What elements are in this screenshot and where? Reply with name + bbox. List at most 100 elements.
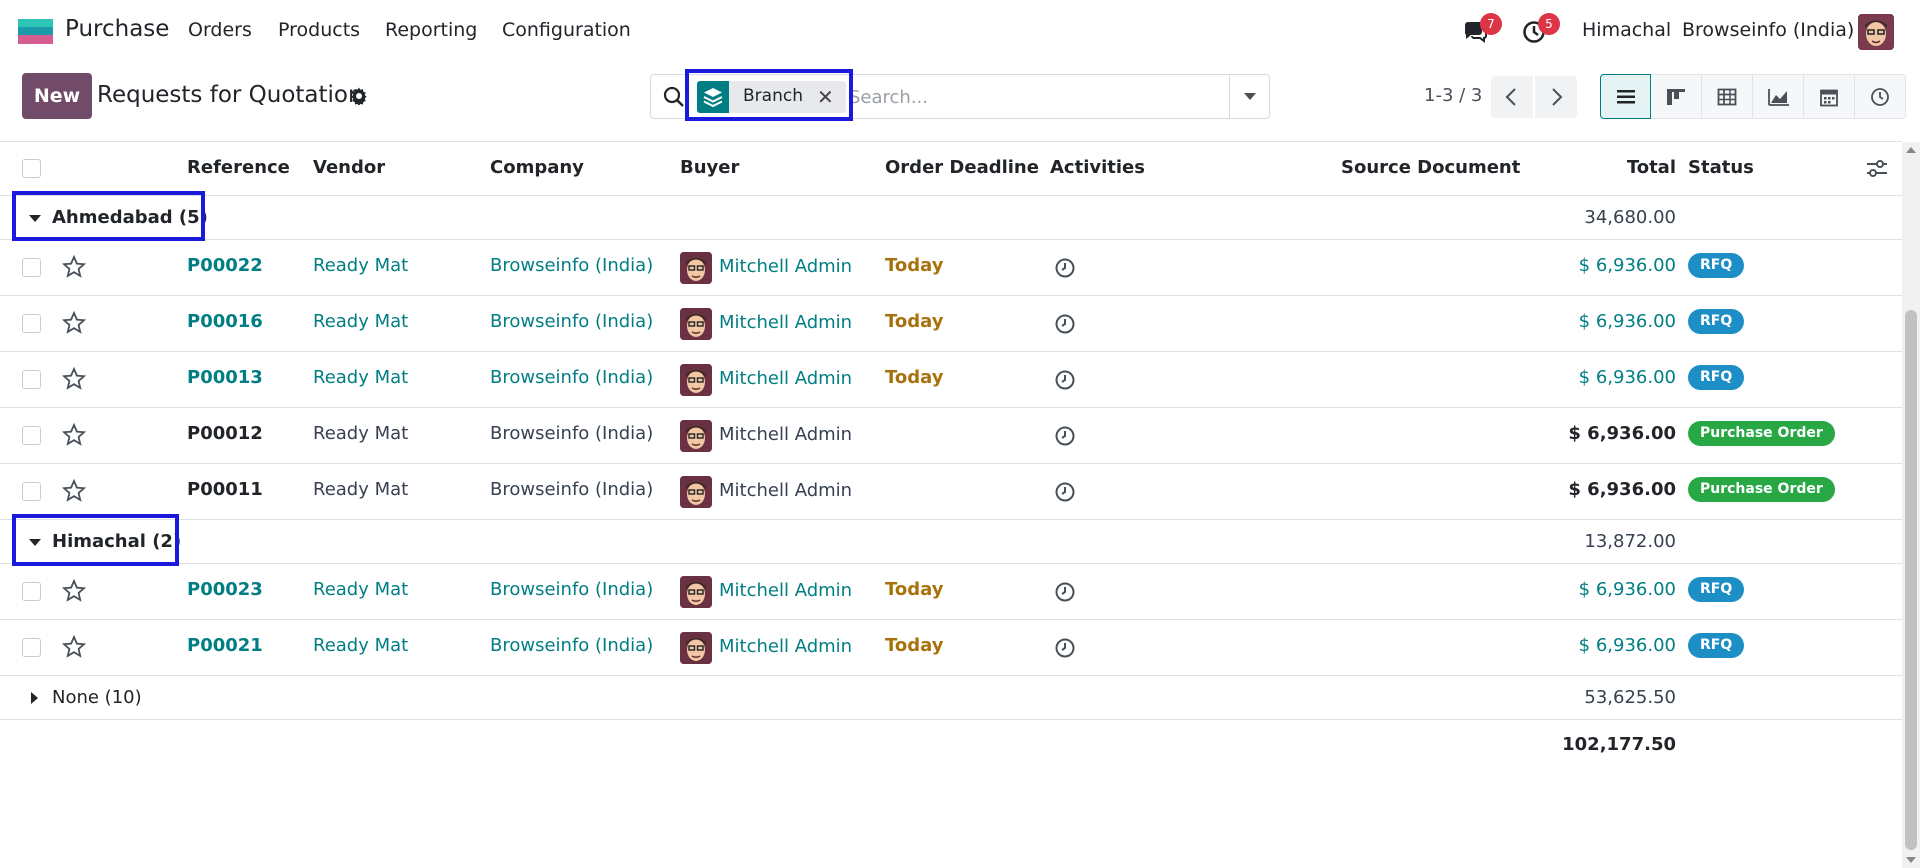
reference-cell[interactable]: P00016: [187, 311, 263, 332]
search-input[interactable]: [849, 83, 1069, 111]
star-icon[interactable]: [62, 255, 86, 279]
user-avatar[interactable]: [1858, 14, 1894, 50]
column-buyer[interactable]: Buyer: [680, 157, 739, 178]
table-row[interactable]: P00013 Ready Mat Browseinfo (India) Mitc…: [0, 352, 1902, 408]
group-row-none[interactable]: None (10) 53,625.50: [0, 676, 1902, 720]
search-icon[interactable]: [663, 86, 685, 108]
vendor-cell[interactable]: Ready Mat: [313, 635, 408, 656]
activity-clock-icon[interactable]: [1054, 313, 1076, 335]
table-row[interactable]: P00023 Ready Mat Browseinfo (India) Mitc…: [0, 564, 1902, 620]
menu-reporting[interactable]: Reporting: [385, 19, 477, 41]
activity-clock-icon[interactable]: [1054, 637, 1076, 659]
table-row[interactable]: P00016 Ready Mat Browseinfo (India) Mitc…: [0, 296, 1902, 352]
row-checkbox[interactable]: [22, 582, 41, 601]
buyer-cell[interactable]: Mitchell Admin: [719, 368, 852, 389]
buyer-cell[interactable]: Mitchell Admin: [719, 636, 852, 657]
vendor-cell[interactable]: Ready Mat: [313, 311, 408, 332]
table-row[interactable]: P00011 Ready Mat Browseinfo (India) Mitc…: [0, 464, 1902, 520]
vendor-cell[interactable]: Ready Mat: [313, 423, 408, 444]
search-options-toggle[interactable]: [1229, 75, 1269, 118]
reference-cell[interactable]: P00021: [187, 635, 263, 656]
list-view-button[interactable]: [1600, 74, 1651, 119]
row-checkbox[interactable]: [22, 370, 41, 389]
activity-clock-icon[interactable]: [1054, 257, 1076, 279]
column-reference[interactable]: Reference: [187, 157, 290, 178]
new-button[interactable]: New: [22, 73, 92, 119]
reference-cell[interactable]: P00013: [187, 367, 263, 388]
optional-columns-icon[interactable]: [1866, 159, 1888, 179]
gear-icon[interactable]: [350, 87, 368, 105]
row-checkbox[interactable]: [22, 426, 41, 445]
column-company[interactable]: Company: [490, 157, 584, 178]
graph-view-button[interactable]: [1753, 74, 1804, 119]
company-cell[interactable]: Browseinfo (India): [490, 635, 653, 656]
buyer-cell[interactable]: Mitchell Admin: [719, 580, 852, 601]
row-checkbox[interactable]: [22, 258, 41, 277]
reference-cell[interactable]: P00023: [187, 579, 263, 600]
kanban-view-button[interactable]: [1651, 74, 1702, 119]
purchase-app-icon[interactable]: [18, 19, 53, 44]
column-total[interactable]: Total: [1627, 157, 1676, 178]
company-cell[interactable]: Browseinfo (India): [490, 367, 653, 388]
scroll-down-icon[interactable]: [1906, 857, 1916, 863]
company-cell[interactable]: Browseinfo (India): [490, 255, 653, 276]
pager-previous-button[interactable]: [1491, 76, 1533, 118]
pivot-view-button[interactable]: [1702, 74, 1753, 119]
group-row-ahmedabad[interactable]: Ahmedabad (5) 34,680.00: [0, 196, 1902, 240]
column-vendor[interactable]: Vendor: [313, 157, 385, 178]
branch-switcher[interactable]: Himachal: [1582, 19, 1671, 41]
company-switcher[interactable]: Browseinfo (India): [1682, 19, 1854, 41]
row-checkbox[interactable]: [22, 638, 41, 657]
table-row[interactable]: P00012 Ready Mat Browseinfo (India) Mitc…: [0, 408, 1902, 464]
page-title[interactable]: Requests for Quotation: [97, 82, 363, 108]
column-activities[interactable]: Activities: [1050, 157, 1145, 178]
column-source-document[interactable]: Source Document: [1341, 157, 1520, 178]
row-checkbox[interactable]: [22, 314, 41, 333]
buyer-cell[interactable]: Mitchell Admin: [719, 312, 852, 333]
menu-products[interactable]: Products: [278, 19, 360, 41]
activity-clock-icon[interactable]: [1054, 581, 1076, 603]
reference-cell[interactable]: P00011: [187, 479, 263, 500]
company-cell[interactable]: Browseinfo (India): [490, 579, 653, 600]
activity-clock-icon[interactable]: [1054, 481, 1076, 503]
activity-view-button[interactable]: [1855, 74, 1906, 119]
menu-configuration[interactable]: Configuration: [502, 19, 631, 41]
calendar-view-button[interactable]: [1804, 74, 1855, 119]
star-icon[interactable]: [62, 579, 86, 603]
vendor-cell[interactable]: Ready Mat: [313, 579, 408, 600]
star-icon[interactable]: [62, 479, 86, 503]
group-row-himachal[interactable]: Himachal (2) 13,872.00: [0, 520, 1902, 564]
row-checkbox[interactable]: [22, 482, 41, 501]
pager-value[interactable]: 1-3 / 3: [1424, 85, 1482, 106]
total-cell: $ 6,936.00: [1568, 479, 1676, 500]
scroll-up-icon[interactable]: [1906, 147, 1916, 153]
vendor-cell[interactable]: Ready Mat: [313, 479, 408, 500]
pager-next-button[interactable]: [1535, 76, 1577, 118]
activity-clock-icon[interactable]: [1054, 369, 1076, 391]
table-row[interactable]: P00022 Ready Mat Browseinfo (India) Mitc…: [0, 240, 1902, 296]
menu-orders[interactable]: Orders: [188, 19, 252, 41]
reference-cell[interactable]: P00022: [187, 255, 263, 276]
select-all-checkbox[interactable]: [22, 159, 41, 178]
vertical-scrollbar[interactable]: [1902, 142, 1920, 868]
star-icon[interactable]: [62, 367, 86, 391]
app-name[interactable]: Purchase: [65, 16, 169, 42]
activity-clock-icon[interactable]: [1054, 425, 1076, 447]
column-order-deadline[interactable]: Order Deadline: [885, 157, 1039, 178]
buyer-cell[interactable]: Mitchell Admin: [719, 480, 852, 501]
vendor-cell[interactable]: Ready Mat: [313, 255, 408, 276]
scroll-thumb[interactable]: [1905, 310, 1917, 850]
vendor-cell[interactable]: Ready Mat: [313, 367, 408, 388]
star-icon[interactable]: [62, 635, 86, 659]
company-cell[interactable]: Browseinfo (India): [490, 479, 653, 500]
star-icon[interactable]: [62, 311, 86, 335]
reference-cell[interactable]: P00012: [187, 423, 263, 444]
star-icon[interactable]: [62, 423, 86, 447]
company-cell[interactable]: Browseinfo (India): [490, 311, 653, 332]
buyer-cell[interactable]: Mitchell Admin: [719, 256, 852, 277]
buyer-cell[interactable]: Mitchell Admin: [719, 424, 852, 445]
table-row[interactable]: P00021 Ready Mat Browseinfo (India) Mitc…: [0, 620, 1902, 676]
calendar-icon: [1820, 89, 1838, 107]
column-status[interactable]: Status: [1688, 157, 1754, 178]
company-cell[interactable]: Browseinfo (India): [490, 423, 653, 444]
